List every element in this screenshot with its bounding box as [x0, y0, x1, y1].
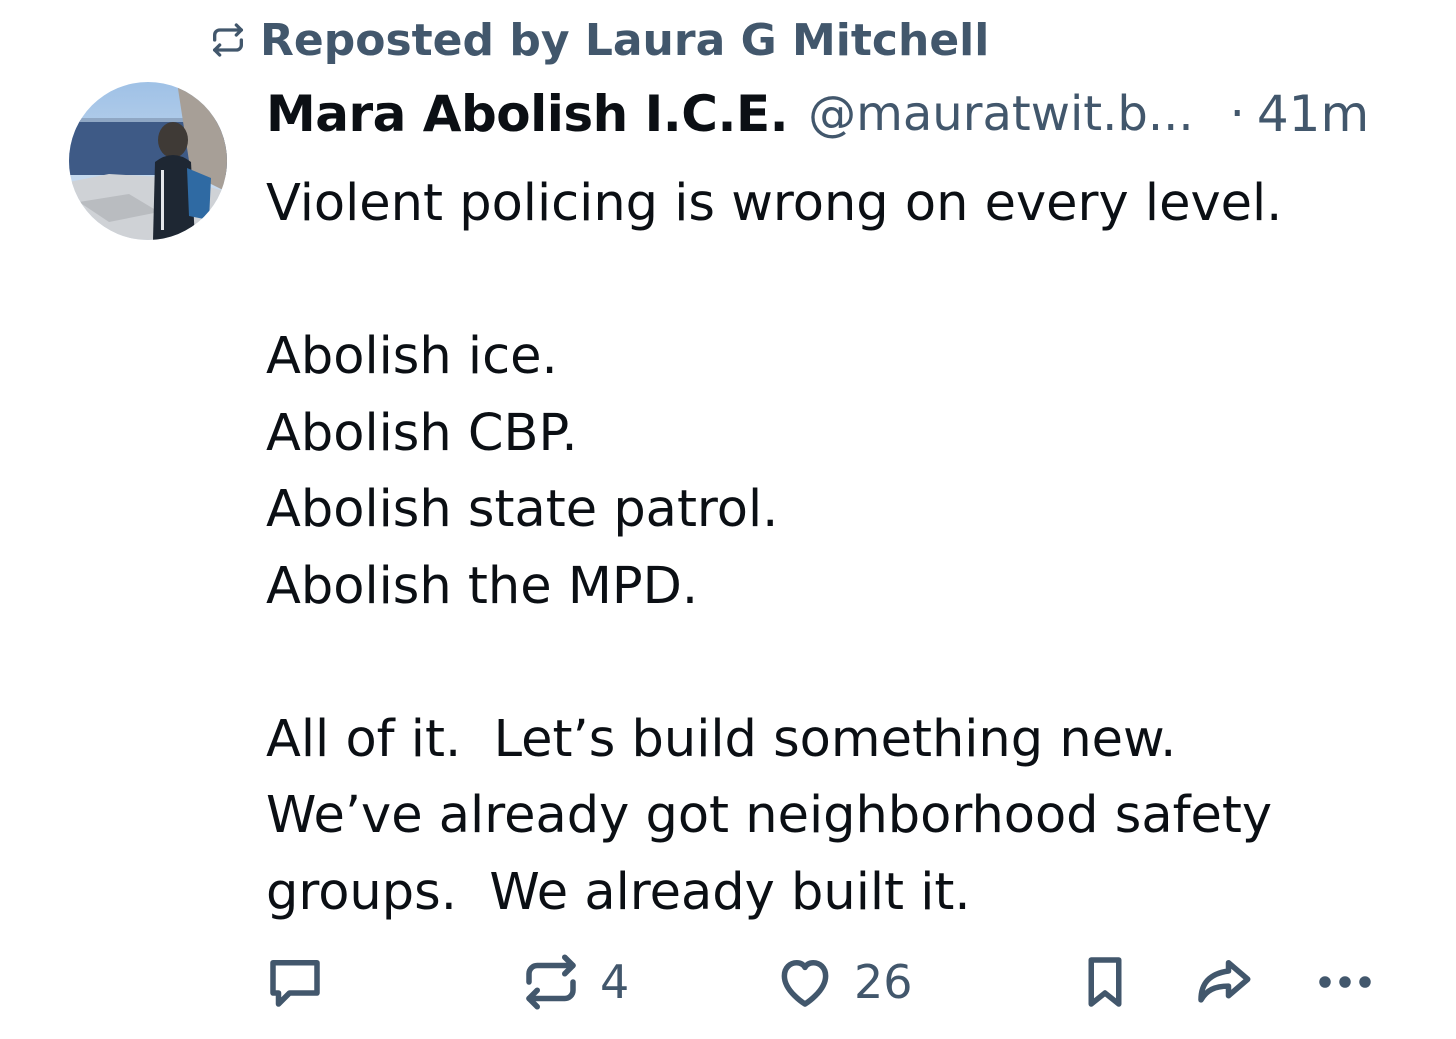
repost-icon [208, 20, 248, 60]
share-button[interactable] [1190, 948, 1256, 1016]
share-icon [1190, 949, 1256, 1015]
like-count: 26 [854, 955, 913, 1009]
more-icon [1310, 949, 1380, 1015]
repost-button[interactable]: 4 [518, 948, 629, 1016]
heart-icon [772, 949, 838, 1015]
post-line: Violent policing is wrong on every level… [266, 174, 1283, 233]
post-header: Mara Abolish I.C.E. @mauratwit.b... · 41… [266, 82, 1406, 146]
repost-icon [518, 949, 584, 1015]
author-handle[interactable]: @mauratwit.b... [808, 86, 1193, 142]
post-line: Abolish ice. [266, 327, 558, 386]
post-text: Violent policing is wrong on every level… [266, 166, 1436, 931]
avatar[interactable] [69, 82, 227, 240]
reply-icon [262, 949, 328, 1015]
separator-dot: · [1229, 86, 1245, 142]
more-options-button[interactable] [1310, 948, 1380, 1016]
post-line: Abolish the MPD. [266, 556, 699, 616]
post-line: groups. We already built it. [266, 862, 971, 922]
like-button[interactable]: 26 [772, 948, 913, 1016]
post-timestamp[interactable]: 41m [1257, 85, 1369, 143]
repost-indicator[interactable]: Reposted by Laura G Mitchell [208, 12, 989, 68]
bookmark-button[interactable] [1072, 948, 1138, 1016]
post-line: All of it. Let’s build something new. [266, 709, 1177, 769]
repost-count: 4 [600, 955, 630, 1009]
post-line: We’ve already got neighborhood safety [266, 786, 1273, 845]
bookmark-icon [1072, 949, 1138, 1015]
post-line: Abolish CBP. [266, 403, 578, 463]
author-display-name[interactable]: Mara Abolish I.C.E. [266, 85, 789, 143]
reply-button[interactable] [262, 948, 328, 1016]
repost-label[interactable]: Reposted by Laura G Mitchell [260, 15, 989, 66]
post-actions: 4 26 [0, 948, 1456, 1016]
post-line: Abolish state patrol. [266, 480, 779, 539]
